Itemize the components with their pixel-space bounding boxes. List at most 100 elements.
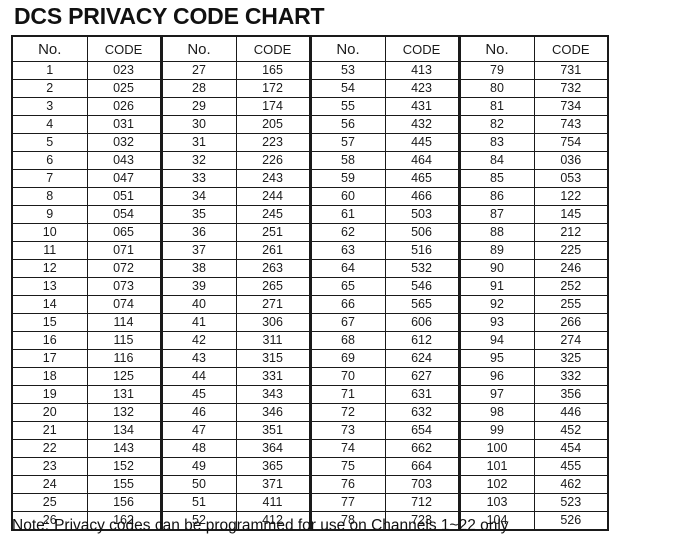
cell-no: 45 bbox=[159, 385, 237, 404]
cell-code: 143 bbox=[86, 439, 162, 458]
cell-no: 17 bbox=[11, 349, 88, 368]
column-header-no: No. bbox=[11, 35, 88, 62]
cell-code: 266 bbox=[533, 313, 609, 332]
cell-no: 28 bbox=[159, 79, 237, 98]
cell-code: 506 bbox=[384, 223, 460, 242]
cell-no: 23 bbox=[11, 457, 88, 476]
cell-code: 346 bbox=[235, 403, 311, 422]
cell-no: 15 bbox=[11, 313, 88, 332]
cell-no: 29 bbox=[159, 97, 237, 116]
cell-no: 99 bbox=[457, 421, 535, 440]
column-header-code: CODE bbox=[86, 35, 162, 62]
table-row: 6 043 32 226 58 464 84 036 bbox=[11, 151, 609, 170]
cell-code: 462 bbox=[533, 475, 609, 494]
cell-no: 19 bbox=[11, 385, 88, 404]
cell-no: 86 bbox=[457, 187, 535, 206]
cell-code: 631 bbox=[384, 385, 460, 404]
cell-code: 325 bbox=[533, 349, 609, 368]
cell-code: 532 bbox=[384, 259, 460, 278]
cell-code: 251 bbox=[235, 223, 311, 242]
cell-no: 85 bbox=[457, 169, 535, 188]
cell-code: 503 bbox=[384, 205, 460, 224]
cell-code: 212 bbox=[533, 223, 609, 242]
cell-no: 44 bbox=[159, 367, 237, 386]
table-row: 12 072 38 263 64 532 90 246 bbox=[11, 259, 609, 278]
cell-code: 546 bbox=[384, 277, 460, 296]
cell-no: 35 bbox=[159, 205, 237, 224]
cell-code: 152 bbox=[86, 457, 162, 476]
cell-code: 043 bbox=[86, 151, 162, 170]
cell-code: 465 bbox=[384, 169, 460, 188]
cell-no: 67 bbox=[308, 313, 386, 332]
cell-code: 036 bbox=[533, 151, 609, 170]
table-row: 9 054 35 245 61 503 87 145 bbox=[11, 205, 609, 224]
cell-no: 49 bbox=[159, 457, 237, 476]
cell-no: 65 bbox=[308, 277, 386, 296]
cell-no: 43 bbox=[159, 349, 237, 368]
cell-code: 071 bbox=[86, 241, 162, 260]
cell-code: 134 bbox=[86, 421, 162, 440]
table-row: 21 134 47 351 73 654 99 452 bbox=[11, 421, 609, 440]
cell-code: 072 bbox=[86, 259, 162, 278]
cell-code: 356 bbox=[533, 385, 609, 404]
column-header-no: No. bbox=[308, 35, 386, 62]
table-row: 5 032 31 223 57 445 83 754 bbox=[11, 133, 609, 152]
cell-no: 74 bbox=[308, 439, 386, 458]
cell-no: 76 bbox=[308, 475, 386, 494]
cell-code: 265 bbox=[235, 277, 311, 296]
cell-no: 62 bbox=[308, 223, 386, 242]
cell-no: 70 bbox=[308, 367, 386, 386]
cell-code: 032 bbox=[86, 133, 162, 152]
cell-code: 122 bbox=[533, 187, 609, 206]
cell-no: 16 bbox=[11, 331, 88, 350]
table-row: 2 025 28 172 54 423 80 732 bbox=[11, 79, 609, 98]
table-header: No. CODE No. CODE No. CODE No. CODE bbox=[11, 35, 609, 62]
cell-no: 9 bbox=[11, 205, 88, 224]
table-row: 1 023 27 165 53 413 79 731 bbox=[11, 61, 609, 80]
cell-code: 654 bbox=[384, 421, 460, 440]
cell-code: 252 bbox=[533, 277, 609, 296]
cell-no: 93 bbox=[457, 313, 535, 332]
cell-code: 132 bbox=[86, 403, 162, 422]
cell-no: 68 bbox=[308, 331, 386, 350]
cell-no: 40 bbox=[159, 295, 237, 314]
cell-code: 664 bbox=[384, 457, 460, 476]
cell-no: 69 bbox=[308, 349, 386, 368]
cell-no: 24 bbox=[11, 475, 88, 494]
column-header-code: CODE bbox=[533, 35, 609, 62]
cell-code: 306 bbox=[235, 313, 311, 332]
cell-no: 101 bbox=[457, 457, 535, 476]
cell-no: 82 bbox=[457, 115, 535, 134]
cell-no: 95 bbox=[457, 349, 535, 368]
table-body: 1 023 27 165 53 413 79 731 2 025 28 172 54 423 80 732 3 0… bbox=[11, 61, 609, 531]
cell-no: 4 bbox=[11, 115, 88, 134]
cell-no: 66 bbox=[308, 295, 386, 314]
cell-no: 8 bbox=[11, 187, 88, 206]
cell-code: 662 bbox=[384, 439, 460, 458]
cell-code: 351 bbox=[235, 421, 311, 440]
cell-code: 115 bbox=[86, 331, 162, 350]
cell-no: 56 bbox=[308, 115, 386, 134]
cell-no: 103 bbox=[457, 493, 535, 512]
cell-no: 5 bbox=[11, 133, 88, 152]
cell-no: 87 bbox=[457, 205, 535, 224]
cell-code: 246 bbox=[533, 259, 609, 278]
cell-code: 627 bbox=[384, 367, 460, 386]
cell-code: 172 bbox=[235, 79, 311, 98]
cell-no: 38 bbox=[159, 259, 237, 278]
cell-code: 023 bbox=[86, 61, 162, 80]
cell-no: 50 bbox=[159, 475, 237, 494]
cell-no: 100 bbox=[457, 439, 535, 458]
table-row: 13 073 39 265 65 546 91 252 bbox=[11, 277, 609, 296]
cell-no: 64 bbox=[308, 259, 386, 278]
table-row: 20 132 46 346 72 632 98 446 bbox=[11, 403, 609, 422]
cell-no: 36 bbox=[159, 223, 237, 242]
footer-note-label: Note: bbox=[12, 517, 50, 534]
cell-no: 81 bbox=[457, 97, 535, 116]
cell-code: 065 bbox=[86, 223, 162, 242]
cell-no: 39 bbox=[159, 277, 237, 296]
cell-code: 411 bbox=[235, 493, 311, 512]
cell-no: 42 bbox=[159, 331, 237, 350]
table-row: 15 114 41 306 67 606 93 266 bbox=[11, 313, 609, 332]
table-header-row: No. CODE No. CODE No. CODE No. CODE bbox=[11, 35, 609, 62]
